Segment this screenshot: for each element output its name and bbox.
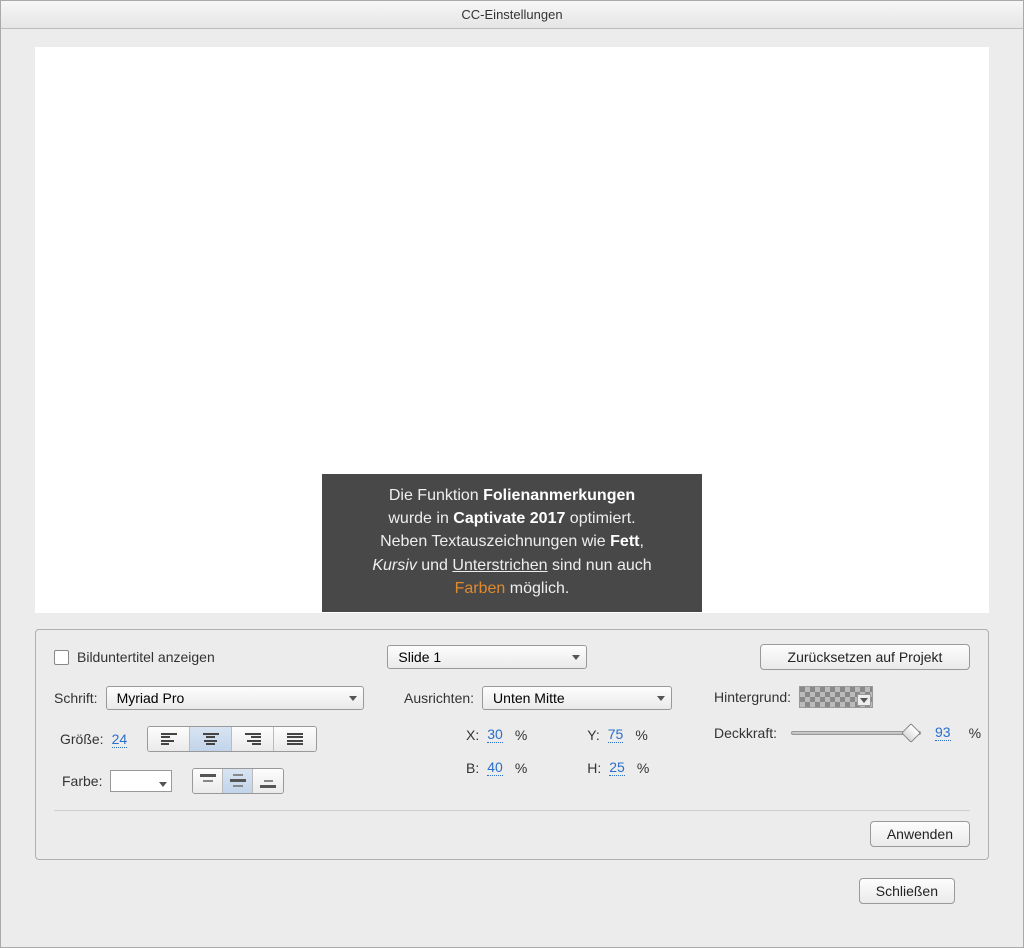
- preview-area: Die Funktion Folienanmerkungenwurde in C…: [35, 47, 989, 613]
- opacity-slider[interactable]: [791, 731, 921, 735]
- align-justify-button[interactable]: [274, 727, 316, 751]
- valign-bottom-button[interactable]: [253, 769, 283, 793]
- valign-middle-icon: [230, 774, 246, 788]
- chevron-down-icon: [349, 696, 357, 701]
- background-label: Hintergrund:: [714, 689, 791, 705]
- align-right-button[interactable]: [232, 727, 274, 751]
- cc-settings-window: CC-Einstellungen Die Funktion Folienanme…: [0, 0, 1024, 948]
- caption-preview: Die Funktion Folienanmerkungenwurde in C…: [322, 474, 702, 612]
- valign-top-button[interactable]: [193, 769, 223, 793]
- separator: [54, 810, 970, 811]
- reset-button-label: Zurücksetzen auf Projekt: [788, 649, 943, 665]
- valign-middle-button[interactable]: [223, 769, 253, 793]
- size-label: Größe:: [60, 731, 104, 747]
- apply-button-label: Anwenden: [887, 826, 953, 842]
- close-button[interactable]: Schließen: [859, 878, 955, 904]
- font-label: Schrift:: [54, 690, 98, 706]
- dialog-body: Die Funktion Folienanmerkungenwurde in C…: [1, 29, 1023, 947]
- align-left-button[interactable]: [148, 727, 190, 751]
- align-right-icon: [245, 733, 261, 745]
- slide-dropdown-value: Slide 1: [398, 649, 441, 665]
- position-dropdown[interactable]: Unten Mitte: [482, 686, 672, 710]
- align-center-icon: [203, 733, 219, 745]
- chevron-down-icon: [572, 655, 580, 660]
- col-background: Hintergrund: Deckkraft: 93%: [714, 686, 981, 741]
- align-center-button[interactable]: [190, 727, 232, 751]
- align-label: Ausrichten:: [404, 690, 474, 706]
- h-value[interactable]: 25: [609, 759, 625, 776]
- show-caption-checkbox[interactable]: [54, 650, 69, 665]
- x-label: X:: [466, 727, 479, 743]
- x-value[interactable]: 30: [487, 726, 503, 743]
- y-label: Y:: [587, 727, 599, 743]
- valign-bottom-icon: [260, 774, 276, 788]
- chevron-down-icon: [159, 782, 167, 787]
- background-swatch[interactable]: [799, 686, 873, 708]
- slide-dropdown[interactable]: Slide 1: [387, 645, 587, 669]
- show-caption-label: Bilduntertitel anzeigen: [77, 649, 215, 665]
- y-value[interactable]: 75: [608, 726, 624, 743]
- font-dropdown[interactable]: Myriad Pro: [106, 686, 364, 710]
- close-button-label: Schließen: [876, 883, 938, 899]
- vertical-align-group: [192, 768, 284, 794]
- chevron-down-icon: [657, 696, 665, 701]
- chevron-down-icon: [860, 698, 868, 703]
- show-caption-checkbox-row[interactable]: Bilduntertitel anzeigen: [54, 649, 215, 665]
- settings-panel: Bilduntertitel anzeigen Slide 1 Zurückse…: [35, 629, 989, 860]
- text-color-swatch[interactable]: [110, 770, 172, 792]
- size-value[interactable]: 24: [112, 731, 128, 748]
- slider-thumb-icon[interactable]: [901, 723, 921, 743]
- valign-top-icon: [200, 774, 216, 788]
- opacity-value[interactable]: 93: [935, 724, 951, 741]
- b-value[interactable]: 40: [487, 759, 503, 776]
- col-font: Schrift: Myriad Pro Größe: 24: [54, 686, 394, 794]
- opacity-label: Deckkraft:: [714, 725, 777, 741]
- h-label: H:: [587, 760, 601, 776]
- align-left-icon: [161, 733, 177, 745]
- b-label: B:: [466, 760, 479, 776]
- font-dropdown-value: Myriad Pro: [117, 690, 185, 706]
- text-align-group: [147, 726, 317, 752]
- titlebar: CC-Einstellungen: [1, 1, 1023, 29]
- color-label: Farbe:: [62, 773, 102, 789]
- align-justify-icon: [287, 733, 303, 745]
- position-dropdown-value: Unten Mitte: [493, 690, 565, 706]
- apply-button[interactable]: Anwenden: [870, 821, 970, 847]
- col-position: Ausrichten: Unten Mitte X: 30% Y: 75% B:…: [404, 686, 704, 776]
- reset-button[interactable]: Zurücksetzen auf Projekt: [760, 644, 970, 670]
